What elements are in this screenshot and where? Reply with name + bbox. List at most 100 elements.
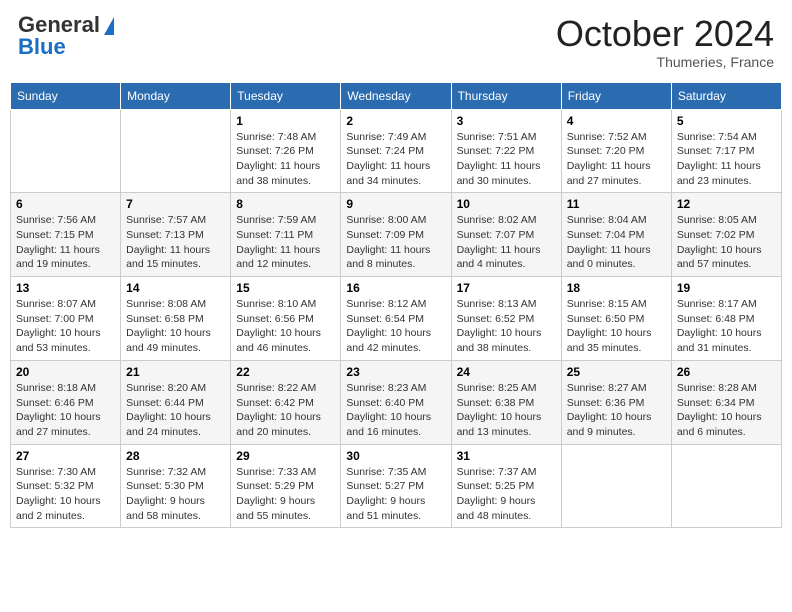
calendar-cell: 5Sunrise: 7:54 AMSunset: 7:17 PMDaylight… xyxy=(671,109,781,193)
day-number: 29 xyxy=(236,449,335,463)
day-number: 18 xyxy=(567,281,666,295)
calendar-cell: 14Sunrise: 8:08 AMSunset: 6:58 PMDayligh… xyxy=(121,277,231,361)
calendar-cell: 30 Sunrise: 7:35 AMSunset: 5:27 PMDayligh… xyxy=(341,444,451,528)
day-info: Sunrise: 7:54 AMSunset: 7:17 PMDaylight:… xyxy=(677,130,776,189)
weekday-header-tuesday: Tuesday xyxy=(231,82,341,109)
day-number: 1 xyxy=(236,114,335,128)
calendar-cell: 15 Sunrise: 8:10 AMSunset: 6:56 PMDayligh… xyxy=(231,277,341,361)
day-info: Sunrise: 8:07 AMSunset: 7:00 PMDaylight:… xyxy=(16,297,115,356)
calendar-cell: 7 Sunrise: 7:57 AMSunset: 7:13 PMDaylight… xyxy=(121,193,231,277)
day-number: 22 xyxy=(236,365,335,379)
day-info: Sunrise: 8:15 AMSunset: 6:50 PMDaylight:… xyxy=(567,297,666,356)
day-info: Sunrise: 7:51 AMSunset: 7:22 PMDaylight:… xyxy=(457,130,556,189)
day-info: Sunrise: 8:02 AMSunset: 7:07 PMDaylight:… xyxy=(457,213,556,272)
month-title: October 2024 xyxy=(556,14,774,54)
calendar-cell: 10Sunrise: 8:02 AMSunset: 7:07 PMDayligh… xyxy=(451,193,561,277)
logo-arrow-icon xyxy=(104,17,114,35)
header: General Blue October 2024 Thumeries, Fra… xyxy=(10,10,782,74)
day-number: 30 xyxy=(346,449,445,463)
day-info: Sunrise: 7:56 AMSunset: 7:15 PMDaylight:… xyxy=(16,213,115,272)
day-number: 9 xyxy=(346,197,445,211)
calendar: SundayMondayTuesdayWednesdayThursdayFrid… xyxy=(10,82,782,529)
calendar-cell: 17 Sunrise: 8:13 AMSunset: 6:52 PMDayligh… xyxy=(451,277,561,361)
calendar-cell: 2 Sunrise: 7:49 AMSunset: 7:24 PMDaylight… xyxy=(341,109,451,193)
day-info: Sunrise: 8:23 AMSunset: 6:40 PMDaylight:… xyxy=(346,381,445,440)
location: Thumeries, France xyxy=(556,54,774,70)
day-number: 23 xyxy=(346,365,445,379)
day-info: Sunrise: 8:17 AMSunset: 6:48 PMDaylight:… xyxy=(677,297,776,356)
day-info: Sunrise: 7:32 AMSunset: 5:30 PMDaylight:… xyxy=(126,465,225,524)
calendar-cell: 8 Sunrise: 7:59 AMSunset: 7:11 PMDaylight… xyxy=(231,193,341,277)
logo-general-text: General xyxy=(18,14,100,36)
logo-blue-text: Blue xyxy=(18,36,66,58)
day-number: 19 xyxy=(677,281,776,295)
day-number: 2 xyxy=(346,114,445,128)
day-info: Sunrise: 7:59 AMSunset: 7:11 PMDaylight:… xyxy=(236,213,335,272)
day-number: 12 xyxy=(677,197,776,211)
day-number: 11 xyxy=(567,197,666,211)
day-number: 24 xyxy=(457,365,556,379)
day-info: Sunrise: 8:04 AMSunset: 7:04 PMDaylight:… xyxy=(567,213,666,272)
day-number: 8 xyxy=(236,197,335,211)
calendar-cell: 23 Sunrise: 8:23 AMSunset: 6:40 PMDayligh… xyxy=(341,360,451,444)
calendar-cell: 4 Sunrise: 7:52 AMSunset: 7:20 PMDaylight… xyxy=(561,109,671,193)
calendar-cell: 31Sunrise: 7:37 AMSunset: 5:25 PMDayligh… xyxy=(451,444,561,528)
day-info: Sunrise: 7:52 AMSunset: 7:20 PMDaylight:… xyxy=(567,130,666,189)
day-number: 4 xyxy=(567,114,666,128)
day-info: Sunrise: 8:20 AMSunset: 6:44 PMDaylight:… xyxy=(126,381,225,440)
day-number: 7 xyxy=(126,197,225,211)
calendar-cell: 25 Sunrise: 8:27 AMSunset: 6:36 PMDayligh… xyxy=(561,360,671,444)
day-number: 17 xyxy=(457,281,556,295)
day-number: 25 xyxy=(567,365,666,379)
calendar-cell xyxy=(11,109,121,193)
weekday-header-thursday: Thursday xyxy=(451,82,561,109)
calendar-cell: 6 Sunrise: 7:56 AMSunset: 7:15 PMDaylight… xyxy=(11,193,121,277)
day-number: 21 xyxy=(126,365,225,379)
calendar-cell: 11 Sunrise: 8:04 AMSunset: 7:04 PMDayligh… xyxy=(561,193,671,277)
day-info: Sunrise: 8:28 AMSunset: 6:34 PMDaylight:… xyxy=(677,381,776,440)
weekday-header-sunday: Sunday xyxy=(11,82,121,109)
day-info: Sunrise: 8:25 AMSunset: 6:38 PMDaylight:… xyxy=(457,381,556,440)
day-number: 6 xyxy=(16,197,115,211)
day-info: Sunrise: 8:22 AMSunset: 6:42 PMDaylight:… xyxy=(236,381,335,440)
calendar-cell: 12 Sunrise: 8:05 AMSunset: 7:02 PMDayligh… xyxy=(671,193,781,277)
calendar-cell: 26 Sunrise: 8:28 AMSunset: 6:34 PMDayligh… xyxy=(671,360,781,444)
day-info: Sunrise: 8:27 AMSunset: 6:36 PMDaylight:… xyxy=(567,381,666,440)
day-number: 15 xyxy=(236,281,335,295)
calendar-cell xyxy=(561,444,671,528)
calendar-cell: 24 Sunrise: 8:25 AMSunset: 6:38 PMDayligh… xyxy=(451,360,561,444)
calendar-cell: 3Sunrise: 7:51 AMSunset: 7:22 PMDaylight… xyxy=(451,109,561,193)
day-number: 31 xyxy=(457,449,556,463)
day-info: Sunrise: 7:48 AMSunset: 7:26 PMDaylight:… xyxy=(236,130,335,189)
calendar-cell xyxy=(671,444,781,528)
day-info: Sunrise: 8:13 AMSunset: 6:52 PMDaylight:… xyxy=(457,297,556,356)
day-info: Sunrise: 8:00 AMSunset: 7:09 PMDaylight:… xyxy=(346,213,445,272)
day-number: 27 xyxy=(16,449,115,463)
weekday-header-monday: Monday xyxy=(121,82,231,109)
calendar-cell: 22 Sunrise: 8:22 AMSunset: 6:42 PMDayligh… xyxy=(231,360,341,444)
day-info: Sunrise: 8:05 AMSunset: 7:02 PMDaylight:… xyxy=(677,213,776,272)
day-info: Sunrise: 8:12 AMSunset: 6:54 PMDaylight:… xyxy=(346,297,445,356)
day-info: Sunrise: 8:18 AMSunset: 6:46 PMDaylight:… xyxy=(16,381,115,440)
day-info: Sunrise: 7:57 AMSunset: 7:13 PMDaylight:… xyxy=(126,213,225,272)
calendar-cell: 9 Sunrise: 8:00 AMSunset: 7:09 PMDaylight… xyxy=(341,193,451,277)
day-info: Sunrise: 7:35 AMSunset: 5:27 PMDaylight:… xyxy=(346,465,445,524)
day-number: 16 xyxy=(346,281,445,295)
calendar-cell: 16 Sunrise: 8:12 AMSunset: 6:54 PMDayligh… xyxy=(341,277,451,361)
weekday-header-friday: Friday xyxy=(561,82,671,109)
weekday-header-saturday: Saturday xyxy=(671,82,781,109)
day-number: 28 xyxy=(126,449,225,463)
calendar-cell: 13Sunrise: 8:07 AMSunset: 7:00 PMDayligh… xyxy=(11,277,121,361)
day-info: Sunrise: 7:33 AMSunset: 5:29 PMDaylight:… xyxy=(236,465,335,524)
day-info: Sunrise: 7:49 AMSunset: 7:24 PMDaylight:… xyxy=(346,130,445,189)
calendar-cell: 21 Sunrise: 8:20 AMSunset: 6:44 PMDayligh… xyxy=(121,360,231,444)
weekday-header-wednesday: Wednesday xyxy=(341,82,451,109)
day-info: Sunrise: 8:10 AMSunset: 6:56 PMDaylight:… xyxy=(236,297,335,356)
logo: General Blue xyxy=(18,14,114,58)
day-number: 20 xyxy=(16,365,115,379)
day-info: Sunrise: 7:30 AMSunset: 5:32 PMDaylight:… xyxy=(16,465,115,524)
calendar-cell xyxy=(121,109,231,193)
calendar-cell: 28 Sunrise: 7:32 AMSunset: 5:30 PMDayligh… xyxy=(121,444,231,528)
day-number: 26 xyxy=(677,365,776,379)
day-number: 14 xyxy=(126,281,225,295)
